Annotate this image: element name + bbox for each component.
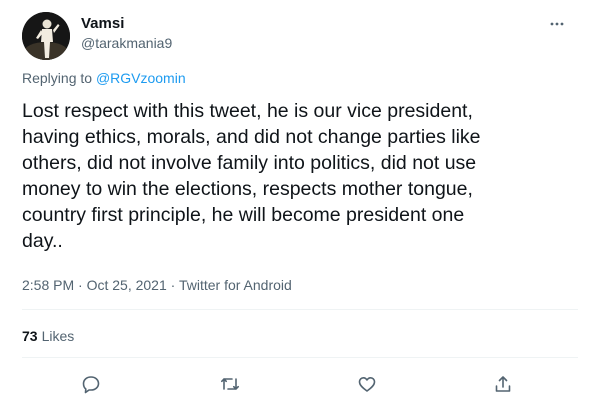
avatar[interactable] bbox=[22, 12, 70, 60]
tweet-detail: Vamsi @tarakmania9 Replying to @RGVzoomi… bbox=[0, 0, 600, 400]
meta-separator: · bbox=[170, 277, 176, 293]
likes-count: 73 bbox=[22, 328, 38, 344]
tweet-text: Lost respect with this tweet, he is our … bbox=[22, 98, 582, 254]
meta-separator: · bbox=[78, 277, 83, 293]
like-button[interactable] bbox=[351, 368, 383, 400]
tweet-metadata: 2:58 PM · Oct 25, 2021 · Twitter for And… bbox=[22, 277, 292, 293]
divider bbox=[22, 357, 578, 358]
tweet-text-line: others, did not involve family into poli… bbox=[22, 152, 477, 174]
author-display-name[interactable]: Vamsi bbox=[81, 15, 124, 32]
tweet-text-line: country first principle, he will become … bbox=[22, 204, 465, 226]
tweet-text-line: Lost respect with this tweet, he is our … bbox=[22, 100, 473, 122]
avatar-image bbox=[22, 12, 70, 60]
share-icon bbox=[495, 376, 511, 392]
tweet-date[interactable]: Oct 25, 2021 bbox=[87, 277, 167, 293]
more-icon bbox=[550, 22, 564, 26]
divider bbox=[22, 309, 578, 310]
tweet-text-line: money to win the elections, respects mot… bbox=[22, 178, 473, 200]
author-handle[interactable]: @tarakmania9 bbox=[81, 35, 172, 51]
retweet-icon bbox=[221, 378, 239, 390]
reply-button[interactable] bbox=[75, 368, 107, 400]
replying-to-mention[interactable]: @RGVzoomin bbox=[96, 70, 186, 86]
share-button[interactable] bbox=[487, 368, 519, 400]
tweet-time[interactable]: 2:58 PM bbox=[22, 277, 74, 293]
tweet-source[interactable]: Twitter for Android bbox=[179, 277, 292, 293]
reply-context: Replying to @RGVzoomin bbox=[22, 70, 186, 86]
likes-stat[interactable]: 73 Likes bbox=[22, 328, 74, 344]
retweet-button[interactable] bbox=[214, 368, 246, 400]
likes-label: Likes bbox=[41, 328, 75, 344]
more-options-button[interactable] bbox=[543, 10, 571, 38]
replying-to-label: Replying to bbox=[22, 70, 93, 86]
like-icon bbox=[358, 377, 376, 392]
tweet-text-line: day.. bbox=[22, 230, 63, 252]
reply-icon bbox=[82, 376, 100, 394]
tweet-text-line: having ethics, morals, and did not chang… bbox=[22, 126, 481, 148]
